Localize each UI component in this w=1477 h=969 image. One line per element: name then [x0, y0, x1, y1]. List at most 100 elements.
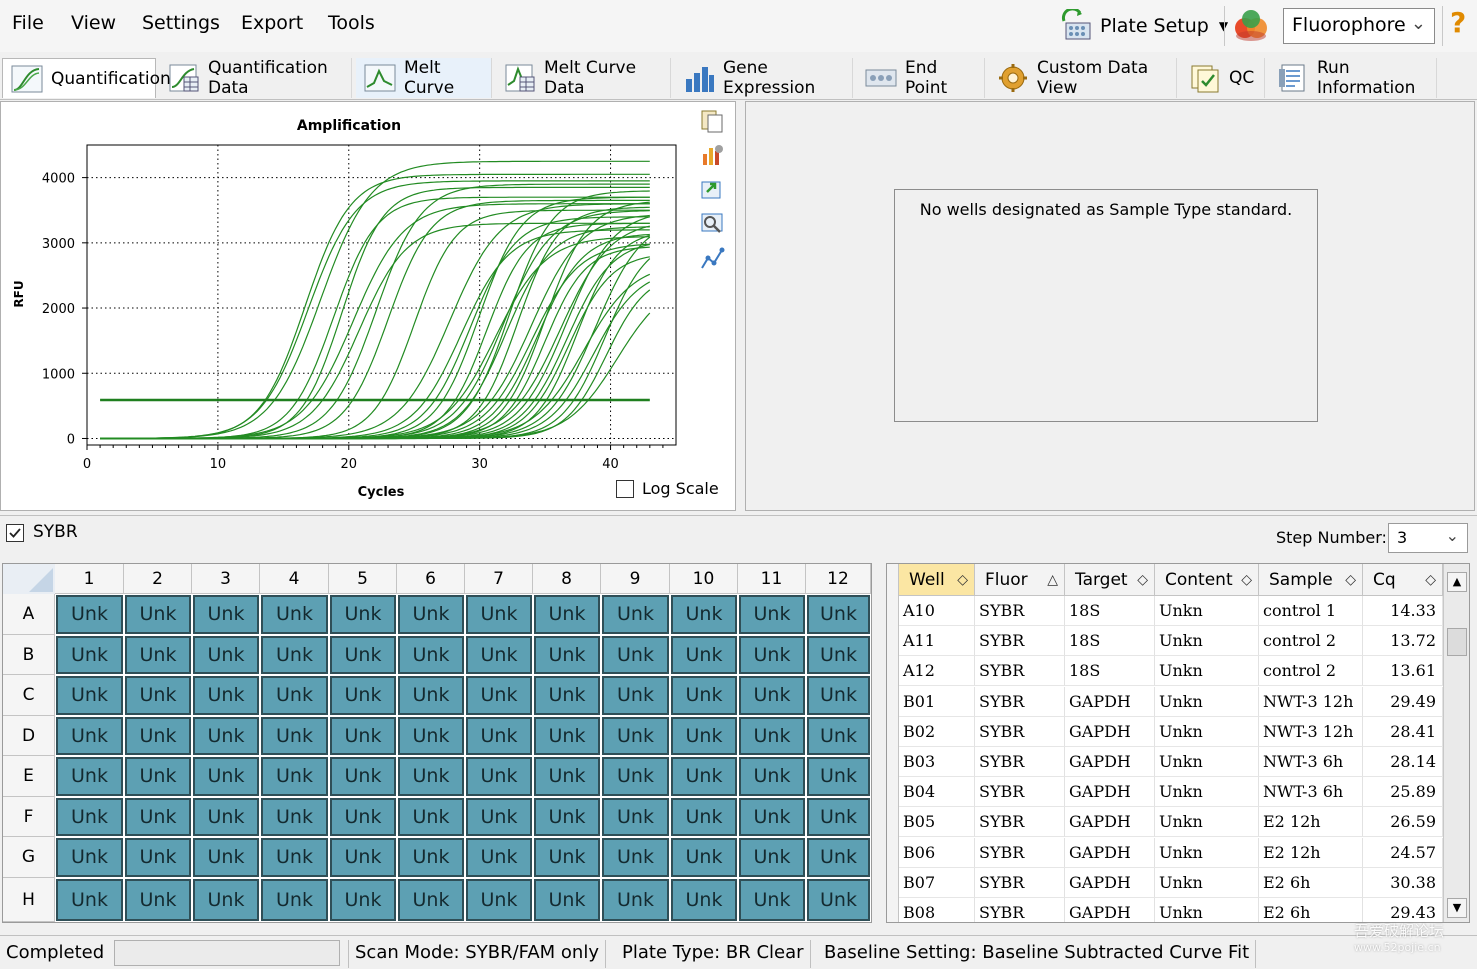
table-cell-sample[interactable]: NWT-3 12h	[1259, 686, 1363, 717]
table-cell-content[interactable]: Unkn	[1155, 898, 1259, 922]
column-header-7[interactable]: 7	[465, 564, 533, 594]
scroll-down-button[interactable]: ▼	[1447, 898, 1467, 918]
well-A5[interactable]: Unk	[330, 595, 396, 634]
table-cell-sample[interactable]: NWT-3 6h	[1259, 777, 1363, 808]
table-scrollbar[interactable]: ▲ ▼	[1443, 564, 1469, 922]
row-header-F[interactable]: F	[3, 797, 55, 837]
row-header-A[interactable]: A	[3, 594, 55, 635]
table-cell-sample[interactable]: NWT-3 6h	[1259, 747, 1363, 777]
table-cell-content[interactable]: Unkn	[1155, 747, 1259, 777]
sort-icon[interactable]: ◇	[1241, 564, 1252, 596]
table-cell-content[interactable]: Unkn	[1155, 867, 1259, 898]
table-cell-well[interactable]: B02	[899, 716, 975, 747]
table-cell-cq[interactable]: 24.57	[1363, 837, 1443, 868]
table-cell-cq[interactable]: 13.61	[1363, 656, 1443, 687]
well-C10[interactable]: Unk	[671, 676, 737, 715]
table-cell-fluor[interactable]: SYBR	[975, 898, 1065, 922]
table-cell-fluor[interactable]: SYBR	[975, 807, 1065, 838]
well-A9[interactable]: Unk	[602, 595, 669, 634]
table-cell-content[interactable]: Unkn	[1155, 626, 1259, 657]
tab-qc[interactable]: QC	[1181, 58, 1265, 98]
sort-icon[interactable]: ◇	[957, 564, 968, 596]
well-B5[interactable]: Unk	[330, 636, 396, 674]
table-cell-target[interactable]: GAPDH	[1065, 686, 1155, 717]
table-cell-cq[interactable]: 25.89	[1363, 777, 1443, 808]
well-G2[interactable]: Unk	[125, 838, 191, 877]
table-cell-content[interactable]: Unkn	[1155, 837, 1259, 868]
well-D6[interactable]: Unk	[398, 717, 464, 755]
well-D2[interactable]: Unk	[125, 717, 191, 755]
tab-custom-data-view[interactable]: Custom Data View	[989, 58, 1177, 98]
table-cell-target[interactable]: 18S	[1065, 626, 1155, 657]
menu-export[interactable]: Export	[241, 12, 303, 34]
sort-icon[interactable]: ◇	[1345, 564, 1356, 596]
well-F6[interactable]: Unk	[398, 798, 464, 836]
table-cell-fluor[interactable]: SYBR	[975, 747, 1065, 777]
well-E8[interactable]: Unk	[534, 757, 600, 796]
well-C4[interactable]: Unk	[261, 676, 328, 715]
well-C7[interactable]: Unk	[466, 676, 532, 715]
table-cell-fluor[interactable]: SYBR	[975, 686, 1065, 717]
row-header-B[interactable]: B	[3, 635, 55, 675]
table-cell-cq[interactable]: 14.33	[1363, 596, 1443, 626]
table-cell-fluor[interactable]: SYBR	[975, 596, 1065, 626]
table-cell-content[interactable]: Unkn	[1155, 777, 1259, 808]
well-C1[interactable]: Unk	[56, 676, 123, 715]
table-cell-content[interactable]: Unkn	[1155, 807, 1259, 838]
column-header-sample[interactable]: Sample ◇	[1259, 564, 1363, 596]
column-header-12[interactable]: 12	[806, 564, 871, 594]
table-cell-content[interactable]: Unkn	[1155, 596, 1259, 626]
well-E10[interactable]: Unk	[671, 757, 737, 796]
sort-icon[interactable]: ◇	[1425, 564, 1436, 596]
well-H3[interactable]: Unk	[193, 879, 259, 921]
well-B4[interactable]: Unk	[261, 636, 328, 674]
table-cell-cq[interactable]: 29.49	[1363, 686, 1443, 717]
well-G8[interactable]: Unk	[534, 838, 600, 877]
well-H5[interactable]: Unk	[330, 879, 396, 921]
tab-melt-curve[interactable]: Melt Curve	[356, 58, 492, 98]
step-number-select[interactable]: 3 ⌄	[1388, 523, 1468, 553]
table-cell-well[interactable]: B04	[899, 777, 975, 808]
well-A4[interactable]: Unk	[261, 595, 328, 634]
zoom-chart-icon[interactable]	[699, 210, 725, 240]
table-cell-sample[interactable]: control 2	[1259, 656, 1363, 687]
well-F12[interactable]: Unk	[807, 798, 870, 836]
well-E5[interactable]: Unk	[330, 757, 396, 796]
well-D4[interactable]: Unk	[261, 717, 328, 755]
well-H1[interactable]: Unk	[56, 879, 123, 921]
well-A8[interactable]: Unk	[534, 595, 600, 634]
well-C12[interactable]: Unk	[807, 676, 870, 715]
select-all-corner[interactable]	[3, 564, 55, 594]
well-C8[interactable]: Unk	[534, 676, 600, 715]
table-cell-target[interactable]: 18S	[1065, 596, 1155, 626]
column-header-11[interactable]: 11	[738, 564, 806, 594]
table-cell-target[interactable]: GAPDH	[1065, 867, 1155, 898]
well-E6[interactable]: Unk	[398, 757, 464, 796]
well-D10[interactable]: Unk	[671, 717, 737, 755]
well-A3[interactable]: Unk	[193, 595, 259, 634]
table-cell-cq[interactable]: 28.14	[1363, 747, 1443, 777]
well-D12[interactable]: Unk	[807, 717, 870, 755]
tab-melt-curve-data[interactable]: Melt Curve Data	[496, 58, 671, 98]
well-E3[interactable]: Unk	[193, 757, 259, 796]
well-H8[interactable]: Unk	[534, 879, 600, 921]
well-C3[interactable]: Unk	[193, 676, 259, 715]
well-F9[interactable]: Unk	[602, 798, 669, 836]
well-G12[interactable]: Unk	[807, 838, 870, 877]
well-B2[interactable]: Unk	[125, 636, 191, 674]
table-cell-well[interactable]: B07	[899, 867, 975, 898]
well-C11[interactable]: Unk	[739, 676, 805, 715]
well-E1[interactable]: Unk	[56, 757, 123, 796]
well-A11[interactable]: Unk	[739, 595, 805, 634]
well-E4[interactable]: Unk	[261, 757, 328, 796]
column-header-6[interactable]: 6	[397, 564, 465, 594]
table-cell-target[interactable]: GAPDH	[1065, 747, 1155, 777]
well-D7[interactable]: Unk	[466, 717, 532, 755]
menu-file[interactable]: File	[12, 12, 44, 34]
table-cell-well[interactable]: A10	[899, 596, 975, 626]
well-G1[interactable]: Unk	[56, 838, 123, 877]
table-cell-target[interactable]: GAPDH	[1065, 807, 1155, 838]
menu-settings[interactable]: Settings	[142, 12, 220, 34]
well-E2[interactable]: Unk	[125, 757, 191, 796]
column-header-3[interactable]: 3	[192, 564, 260, 594]
